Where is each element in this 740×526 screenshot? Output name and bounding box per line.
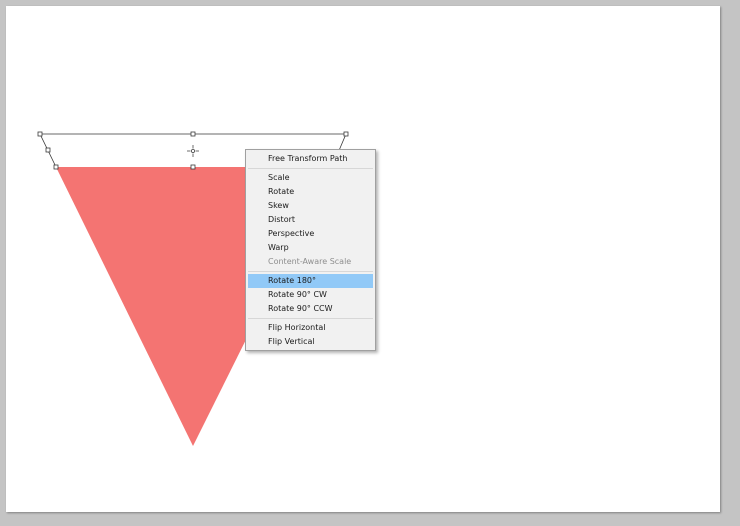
menu-item-distort[interactable]: Distort — [248, 213, 373, 227]
handle-bottom-left[interactable] — [53, 164, 59, 170]
menu-item-free-transform-path[interactable]: Free Transform Path — [248, 152, 373, 166]
reference-point-icon[interactable] — [187, 145, 199, 157]
menu-separator — [248, 318, 373, 319]
menu-item-scale[interactable]: Scale — [248, 171, 373, 185]
menu-item-flip-vertical[interactable]: Flip Vertical — [248, 335, 373, 349]
menu-item-rotate[interactable]: Rotate — [248, 185, 373, 199]
menu-item-content-aware-scale: Content-Aware Scale — [268, 257, 352, 266]
menu-separator — [248, 271, 373, 272]
menu-item-perspective[interactable]: Perspective — [248, 227, 373, 241]
menu-item-rotate-90-cw[interactable]: Rotate 90° CW — [248, 288, 373, 302]
handle-top-left[interactable] — [37, 131, 43, 137]
menu-item-flip-horizontal[interactable]: Flip Horizontal — [248, 321, 373, 335]
transform-context-menu[interactable]: Free Transform Path Scale Rotate Skew Distor… — [245, 149, 376, 351]
menu-item-skew[interactable]: Skew — [248, 199, 373, 213]
menu-item-warp[interactable]: Warp — [248, 241, 373, 255]
menu-item-rotate-90-ccw[interactable]: Rotate 90° CCW — [248, 302, 373, 316]
handle-top-right[interactable] — [343, 131, 349, 137]
handle-middle-left[interactable] — [45, 147, 51, 153]
handle-top-middle[interactable] — [190, 131, 196, 137]
menu-item-rotate-180[interactable]: Rotate 180° — [248, 274, 373, 288]
menu-separator — [248, 168, 373, 169]
handle-bottom-middle[interactable] — [190, 164, 196, 170]
